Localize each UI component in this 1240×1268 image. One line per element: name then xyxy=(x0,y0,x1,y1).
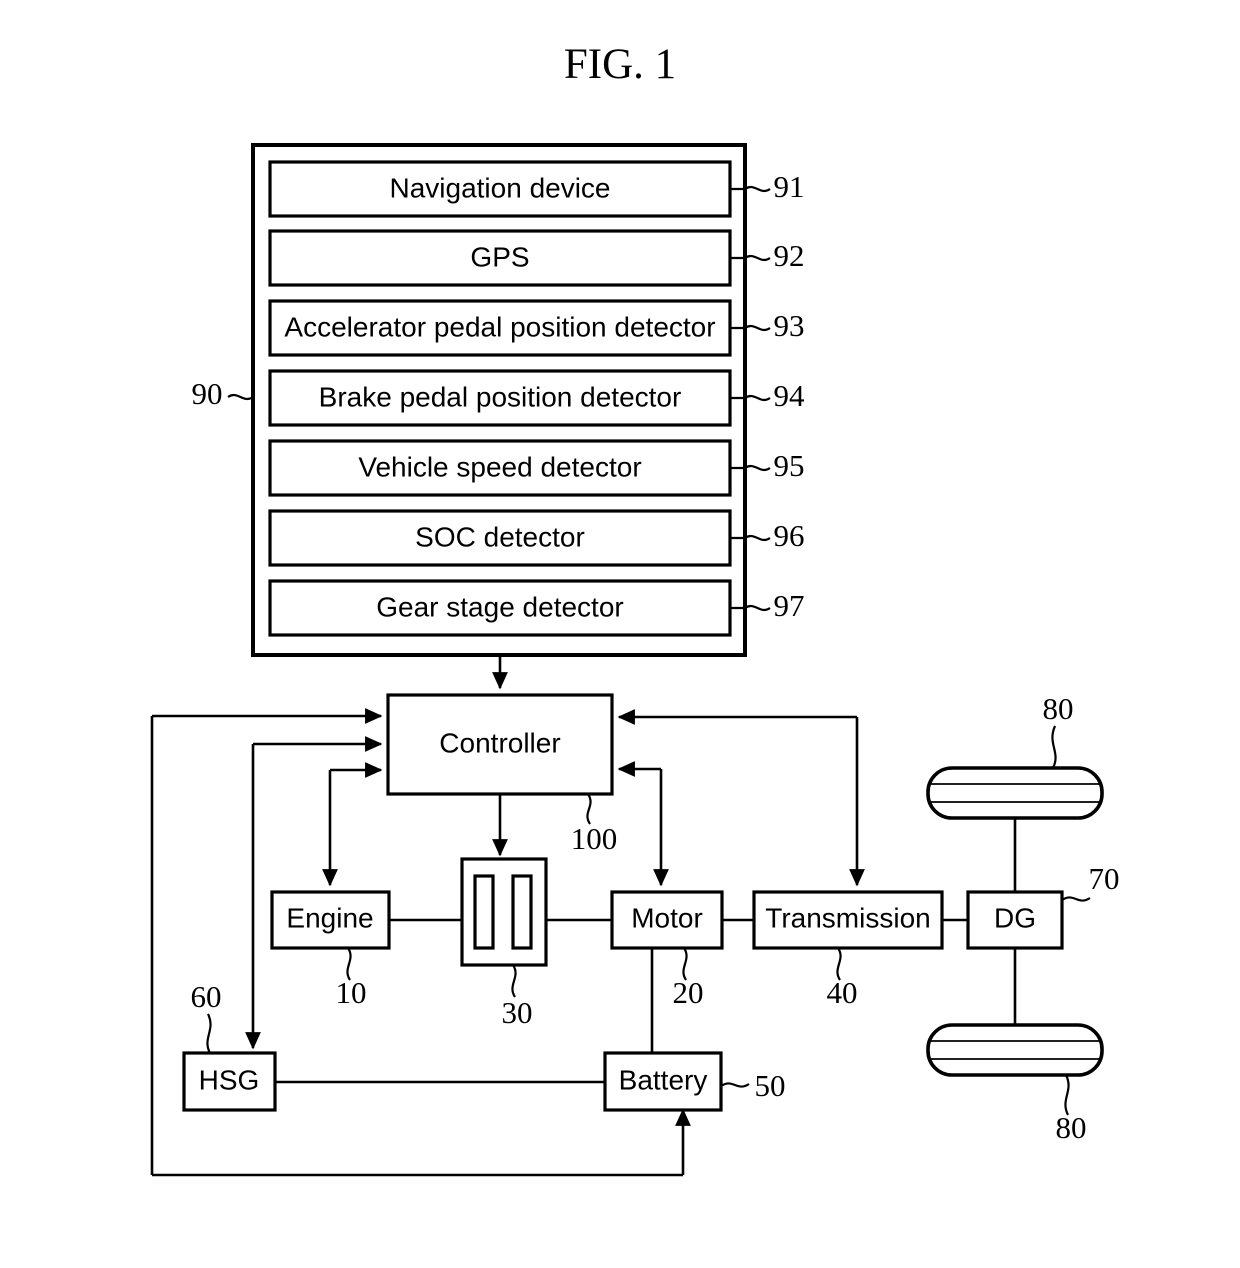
engine-label: Engine xyxy=(286,902,373,933)
clutch-plate-left xyxy=(473,874,495,950)
leader-line-80-upper xyxy=(1051,725,1057,769)
wheel-upper xyxy=(926,766,1104,820)
leader-line-70 xyxy=(1061,896,1091,902)
ref-numeral-40: 40 xyxy=(827,975,858,1010)
sensor-label-accelerator-pedal-position-detector: Accelerator pedal position detector xyxy=(284,311,715,342)
leader-line-90 xyxy=(227,393,254,401)
ref-numeral-94: 94 xyxy=(774,378,806,413)
ref-numeral-80-upper: 80 xyxy=(1043,691,1074,726)
figure-title: FIG. 1 xyxy=(564,41,676,88)
controller-label: Controller xyxy=(439,727,560,758)
ref-numeral-100: 100 xyxy=(571,821,618,856)
ref-numeral-96: 96 xyxy=(774,518,805,553)
ref-numeral-60: 60 xyxy=(191,979,222,1014)
ref-numeral-70: 70 xyxy=(1089,861,1120,896)
ref-numeral-92: 92 xyxy=(774,238,805,273)
clutch-plate-right xyxy=(511,874,533,950)
ref-numeral-10: 10 xyxy=(336,975,367,1010)
sensor-label-vehicle-speed-detector: Vehicle speed detector xyxy=(358,451,641,482)
ref-numeral-91: 91 xyxy=(774,169,805,204)
sensor-label-gear-stage-detector: Gear stage detector xyxy=(376,591,623,622)
leader-line-30 xyxy=(511,964,517,998)
transmission-label: Transmission xyxy=(765,902,930,933)
leader-line-100 xyxy=(586,793,592,825)
ref-numeral-97: 97 xyxy=(774,588,805,623)
sensor-label-brake-pedal-position-detector: Brake pedal position detector xyxy=(319,381,682,412)
ref-numeral-93: 93 xyxy=(774,308,805,343)
ref-numeral-95: 95 xyxy=(774,448,805,483)
sensor-label-soc-detector: SOC detector xyxy=(415,521,585,552)
figure-root: FIG. 1 90 Navigation device 91 GPS 92 Ac… xyxy=(0,0,1240,1268)
ref-numeral-80-lower: 80 xyxy=(1056,1110,1087,1145)
differential-gear-label: DG xyxy=(994,902,1036,933)
ref-numeral-20: 20 xyxy=(673,975,704,1010)
leader-line-80-lower xyxy=(1064,1074,1070,1116)
sensor-label-gps: GPS xyxy=(470,241,529,272)
leader-line-50 xyxy=(720,1082,750,1088)
leader-line-60 xyxy=(206,1013,212,1054)
wheel-lower xyxy=(926,1023,1104,1077)
ref-numeral-30: 30 xyxy=(502,995,533,1030)
patent-figure-diagram: FIG. 1 90 Navigation device 91 GPS 92 Ac… xyxy=(150,41,1120,1177)
ref-numeral-50: 50 xyxy=(755,1068,786,1103)
motor-label: Motor xyxy=(631,902,703,933)
hsg-label: HSG xyxy=(199,1064,260,1095)
battery-label: Battery xyxy=(619,1064,708,1095)
sensor-label-navigation-device: Navigation device xyxy=(389,172,610,203)
ref-numeral-90: 90 xyxy=(192,376,223,411)
